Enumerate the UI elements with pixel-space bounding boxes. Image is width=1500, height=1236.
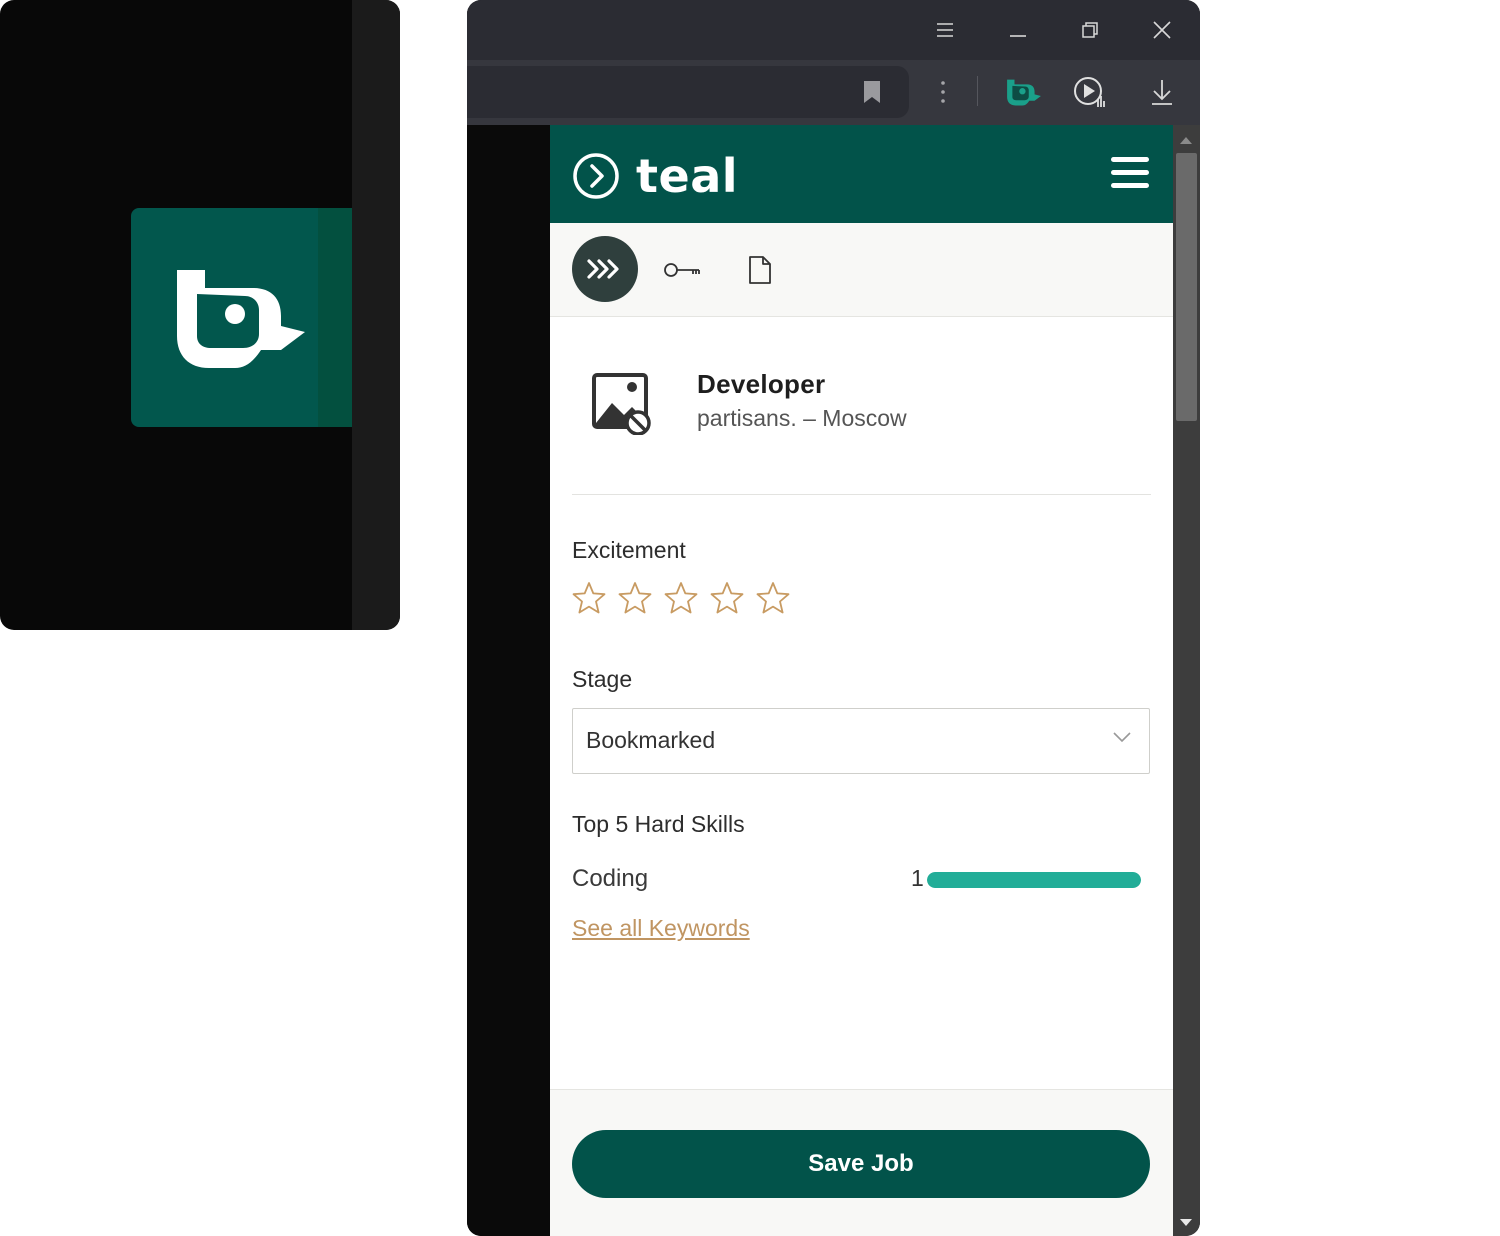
download-icon[interactable] [1147, 76, 1177, 108]
teal-extension-tile[interactable] [131, 208, 352, 427]
address-bar[interactable] [467, 66, 909, 118]
excitement-label: Excitement [572, 537, 686, 563]
page-background [467, 125, 550, 1236]
minimize-icon[interactable] [1002, 14, 1034, 46]
skill-name: Coding [572, 865, 649, 892]
hamburger-menu-icon[interactable] [1111, 155, 1151, 191]
tile-shade [318, 208, 352, 427]
brand-logo[interactable]: teal [572, 149, 738, 203]
stage-label: Stage [572, 666, 633, 692]
browser-toolbar [467, 60, 1200, 125]
panel-footer: Save Job [550, 1089, 1173, 1236]
scrollbar[interactable] [1173, 125, 1200, 1236]
star-icon[interactable] [572, 581, 606, 615]
company-logo-placeholder [592, 373, 652, 440]
stage-select[interactable]: Bookmarked [572, 708, 1150, 774]
skill-bar-track [927, 872, 1141, 888]
tab-resume[interactable] [744, 253, 776, 287]
chevron-down-icon [1113, 732, 1131, 743]
skill-count: 1 [911, 865, 924, 891]
excitement-rating[interactable] [572, 581, 790, 615]
job-title: Developer [697, 369, 826, 399]
scroll-up-arrow[interactable] [1180, 137, 1192, 144]
title-bar [467, 0, 1200, 60]
bookmark-icon[interactable] [859, 78, 885, 106]
browser-window: teal Developer partisans. – Moscow Excit… [467, 0, 1200, 1236]
tab-job-details[interactable] [572, 236, 638, 302]
key-icon [664, 263, 700, 277]
media-control-icon[interactable] [1071, 74, 1109, 110]
star-icon[interactable] [756, 581, 790, 615]
scroll-down-arrow[interactable] [1180, 1219, 1192, 1226]
star-icon[interactable] [618, 581, 652, 615]
hard-skills-label: Top 5 Hard Skills [572, 811, 745, 837]
see-all-keywords-link[interactable]: See all Keywords [572, 915, 750, 942]
tab-keywords[interactable] [662, 255, 702, 285]
forward-arrows-icon [587, 259, 619, 279]
panel-header: teal [550, 125, 1173, 223]
restore-icon[interactable] [1074, 14, 1106, 46]
teal-extension-icon[interactable] [1004, 76, 1044, 108]
document-icon [749, 256, 771, 284]
extension-preview-card [0, 0, 400, 630]
star-icon[interactable] [664, 581, 698, 615]
brand-name: teal [636, 149, 738, 203]
stage-selected-value: Bookmarked [586, 727, 716, 753]
broken-image-icon [592, 373, 651, 436]
skill-bar-fill [927, 872, 1141, 888]
teal-logo-icon [573, 153, 619, 199]
scroll-thumb[interactable] [1176, 153, 1197, 421]
star-icon[interactable] [710, 581, 744, 615]
preview-side-strip [352, 0, 400, 630]
company-location: partisans. – Moscow [697, 405, 907, 431]
teal-side-panel: teal Developer partisans. – Moscow Excit… [550, 125, 1173, 1236]
close-icon[interactable] [1146, 14, 1178, 46]
menu-icon[interactable] [929, 14, 961, 46]
job-card: Developer partisans. – Moscow [572, 317, 1151, 495]
save-job-button[interactable]: Save Job [572, 1130, 1150, 1198]
more-vert-icon[interactable] [933, 78, 953, 106]
panel-tabs [550, 223, 1173, 317]
teal-extension-icon [177, 264, 305, 368]
toolbar-separator [977, 76, 978, 106]
